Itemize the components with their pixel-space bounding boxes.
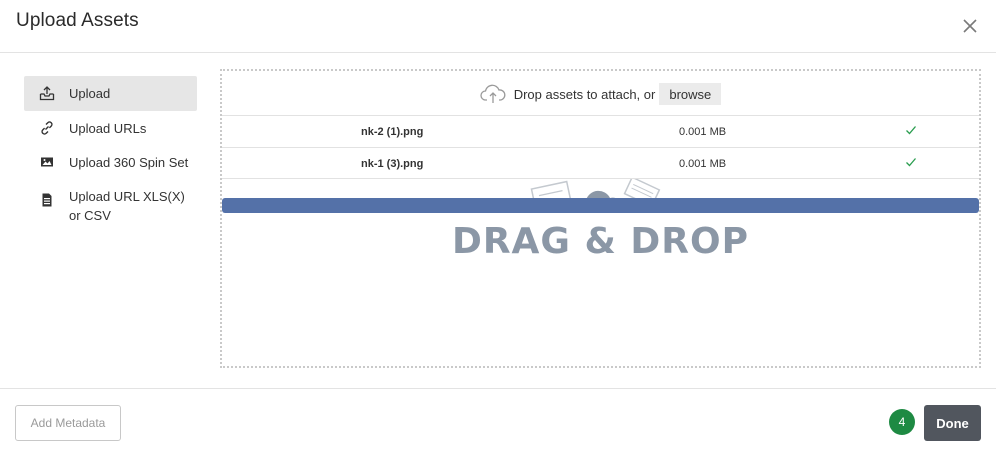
file-size: 0.001 MB [679, 126, 727, 138]
upload-assets-dialog: Upload Assets Upload Upload URLs Upload … [0, 0, 996, 456]
upload-tray-icon [24, 85, 69, 101]
checkmark-icon [905, 124, 917, 139]
drop-prompt: Drop assets to attach, or browse [222, 82, 979, 106]
sidebar-item-label: Upload URLs [69, 121, 147, 136]
link-icon [24, 120, 69, 136]
table-row: nk-1 (3).png 0.001 MB [222, 147, 979, 179]
close-button[interactable] [960, 16, 980, 36]
upload-progress-bar [222, 198, 979, 213]
asset-count-badge: 4 [889, 409, 915, 435]
file-name: nk-1 (3).png [361, 158, 424, 170]
checkmark-icon [905, 156, 917, 171]
table-row: nk-2 (1).png 0.001 MB [222, 115, 979, 147]
sidebar-item-upload[interactable]: Upload [24, 76, 197, 111]
upload-method-sidebar: Upload Upload URLs Upload 360 Spin Set U… [24, 76, 197, 237]
drop-prompt-text: Drop assets to attach, or [513, 86, 656, 102]
dialog-header: Upload Assets [0, 0, 996, 53]
sidebar-item-upload-360-spin-set[interactable]: Upload 360 Spin Set [24, 145, 197, 179]
browse-button[interactable]: browse [659, 83, 722, 105]
sidebar-item-label: Upload 360 Spin Set [69, 155, 189, 170]
dialog-title: Upload Assets [16, 10, 139, 31]
cloud-upload-icon [480, 84, 506, 104]
sidebar-item-label: Upload URL XLS(X) or CSV [69, 189, 185, 223]
file-size: 0.001 MB [679, 158, 727, 170]
add-metadata-button[interactable]: Add Metadata [15, 405, 121, 441]
sidebar-item-upload-url-xls-csv[interactable]: Upload URL XLS(X) or CSV [24, 179, 197, 237]
sidebar-item-upload-urls[interactable]: Upload URLs [24, 111, 197, 145]
drop-zone[interactable]: Drop assets to attach, or browse nk-2 (1… [220, 69, 981, 368]
dialog-footer: Add Metadata 4 Done [0, 388, 996, 456]
image-icon [24, 154, 69, 170]
uploaded-files-table: nk-2 (1).png 0.001 MB nk-1 (3).png 0.001… [222, 115, 979, 179]
drag-drop-watermark: DRAG & DROP [451, 221, 750, 262]
close-icon [963, 19, 977, 33]
done-button[interactable]: Done [924, 405, 981, 441]
spreadsheet-file-icon [24, 188, 69, 208]
sidebar-item-label: Upload [69, 86, 111, 101]
file-name: nk-2 (1).png [361, 126, 424, 138]
